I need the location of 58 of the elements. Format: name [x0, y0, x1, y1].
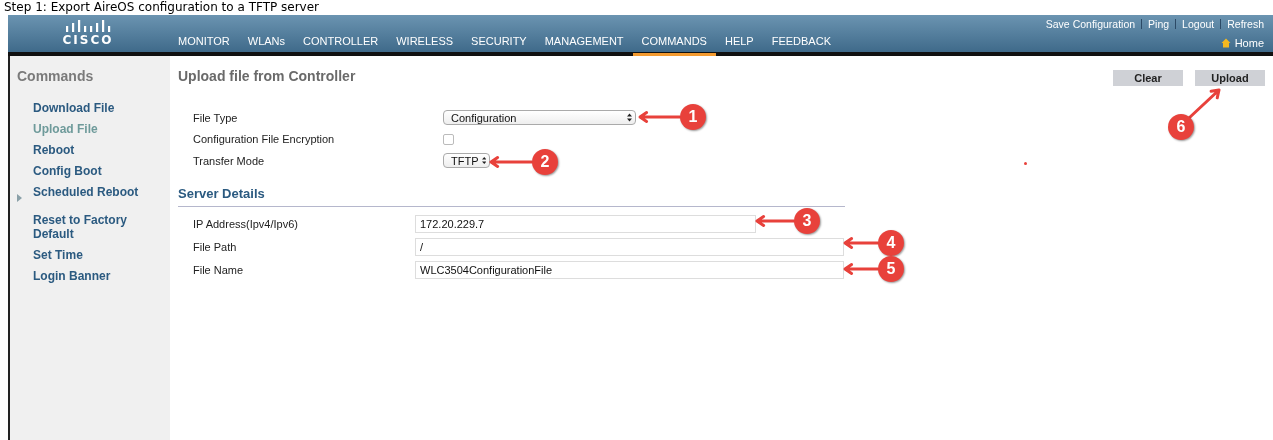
callout-arrow [1187, 88, 1221, 120]
checkbox[interactable] [443, 133, 454, 145]
nav-tab[interactable]: COMMANDS [632, 32, 716, 56]
callout-arrow [489, 156, 534, 168]
dropdown-select[interactable]: Configuration [443, 110, 636, 125]
sidebar-item[interactable]: Set Time [33, 248, 153, 262]
callout-number: 6 [1168, 114, 1194, 140]
logo-text: CISCO [62, 34, 114, 47]
callout-number: 5 [878, 256, 904, 282]
home-icon [1220, 38, 1231, 48]
input-field[interactable]: 172.20.229.7 [415, 215, 756, 233]
sidebar-item[interactable]: Config Boot [33, 164, 153, 178]
nav-tab[interactable]: FEEDBACK [762, 32, 840, 56]
sidebar-item[interactable]: Download File [33, 101, 153, 115]
field-label: IP Address(Ipv4/Ipv6) [193, 218, 299, 230]
callout-arrow [638, 111, 682, 123]
input-field[interactable]: WLC3504ConfigurationFile [415, 261, 844, 279]
field-label: File Path [193, 241, 238, 253]
nav-tab[interactable]: CONTROLLER [294, 32, 388, 56]
callout-number: 3 [794, 208, 820, 234]
toolbar-button[interactable]: Clear [1113, 70, 1183, 86]
dropdown-select[interactable]: TFTP [443, 153, 490, 168]
caption-text: Step 1: Export AireOS configuration to a TFTP server [4, 0, 320, 15]
callout-arrow [843, 263, 880, 275]
header-link[interactable]: Ping [1148, 18, 1170, 30]
nav-tab[interactable]: SECURITY [462, 32, 536, 56]
callout-number: 2 [532, 149, 558, 175]
field-label: Transfer Mode [193, 154, 266, 167]
sidebar-item[interactable]: Reset to Factory Default [33, 213, 153, 241]
dot-mark [1024, 162, 1027, 165]
callout-number: 1 [680, 104, 706, 130]
input-field[interactable]: / [415, 238, 844, 256]
field-label: File Name [193, 264, 245, 276]
nav-tab[interactable]: WIRELESS [387, 32, 463, 56]
section-heading: Server Details [178, 186, 266, 201]
callout-arrow [755, 215, 796, 227]
header-link[interactable]: Refresh [1227, 18, 1264, 30]
updown-arrows-icon [627, 113, 632, 122]
page-title: Upload file from Controller [178, 68, 356, 84]
sidebar-item[interactable]: Scheduled Reboot [33, 185, 153, 199]
sidebar-item[interactable]: Login Banner [33, 269, 153, 283]
nav-tab[interactable]: MONITOR [168, 32, 239, 56]
nav-tab[interactable]: MANAGEMENT [535, 32, 633, 56]
nav-tab[interactable]: HELP [715, 32, 763, 56]
field-label: File Type [193, 111, 239, 124]
field-label: Configuration File Encryption [193, 133, 336, 145]
home-link[interactable]: Home [1234, 37, 1264, 49]
toolbar-button[interactable]: Upload [1195, 70, 1265, 86]
expand-triangle-icon[interactable] [17, 194, 22, 202]
sidebar-title: Commands [17, 68, 95, 84]
callout-number: 4 [878, 230, 904, 256]
header-link[interactable]: Logout [1182, 18, 1215, 30]
callout-arrow [843, 237, 880, 249]
updown-arrows-icon [481, 156, 486, 165]
sidebar-item[interactable]: Reboot [33, 143, 153, 157]
nav-tab[interactable]: WLANs [238, 32, 295, 56]
header-link[interactable]: Save Configuration [1045, 18, 1136, 30]
sidebar-item[interactable]: Upload File [33, 122, 153, 136]
